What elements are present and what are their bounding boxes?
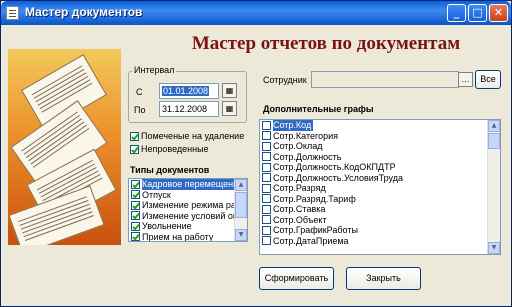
interval-group-label: Интервал [132, 65, 177, 75]
extra-column-item[interactable]: Сотр.Должность [260, 152, 500, 163]
close-button[interactable]: Закрыть [346, 267, 421, 290]
scroll-down-icon[interactable]: ▼ [235, 229, 247, 241]
window-title: Мастер документов [25, 5, 143, 19]
doc-types-scrollbar[interactable]: ▲ ▼ [234, 179, 247, 241]
scroll-up-icon[interactable]: ▲ [488, 120, 500, 132]
minimize-button[interactable]: _ [447, 4, 466, 22]
doc-type-item[interactable]: Увольнение [129, 221, 247, 232]
doc-types-label: Типы документов [130, 165, 210, 175]
scroll-up-icon[interactable]: ▲ [235, 179, 247, 191]
close-window-button[interactable]: ✕ [489, 4, 508, 22]
employee-all-button[interactable]: Все [475, 70, 501, 89]
extra-column-item[interactable]: Сотр.Код [260, 120, 500, 131]
calendar-to-icon[interactable]: ▦ [222, 101, 237, 116]
extra-columns-label: Дополнительные графы [263, 104, 374, 114]
doc-types-list[interactable]: Кадровое перемещени Отпуск Изменение реж… [128, 178, 248, 242]
extra-column-item[interactable]: Сотр.Оклад [260, 141, 500, 152]
maximize-button[interactable]: □ [468, 4, 487, 22]
calendar-from-icon[interactable]: ▦ [222, 83, 237, 98]
extra-column-item[interactable]: Сотр.Категория [260, 131, 500, 142]
extra-column-item[interactable]: Сотр.Объект [260, 215, 500, 226]
date-from-field[interactable]: 01.01.2008 [159, 83, 219, 99]
date-to-label: По [134, 105, 146, 115]
date-to-field[interactable]: 31.12.2008 [159, 101, 219, 117]
scroll-down-icon[interactable]: ▼ [488, 242, 500, 254]
unposted-checkbox[interactable]: Непроведенные [130, 144, 209, 154]
generate-button[interactable]: Сформировать [259, 267, 334, 290]
wizard-heading: Мастер отчетов по документам [191, 33, 461, 54]
extra-column-item[interactable]: Сотр.ДатаПриема [260, 236, 500, 247]
extra-column-item[interactable]: Сотр.Разряд [260, 183, 500, 194]
report-wizard-window: Мастер документов _ □ ✕ Мастер отчетов п… [0, 0, 512, 307]
title-bar[interactable]: Мастер документов _ □ ✕ [1, 1, 511, 25]
extra-column-item[interactable]: Сотр.Должность.КодОКПДТР [260, 162, 500, 173]
extra-columns-list[interactable]: Сотр.Код Сотр.Категория Сотр.Оклад Сотр.… [259, 119, 501, 255]
scroll-thumb[interactable] [488, 133, 500, 149]
app-icon [6, 6, 19, 20]
documents-illustration [8, 49, 121, 245]
employee-browse-button[interactable]: ... [458, 72, 473, 87]
doc-type-item[interactable]: Отпуск [129, 190, 247, 201]
extra-column-item[interactable]: Сотр.ГрафикРаботы [260, 225, 500, 236]
doc-type-item[interactable]: Изменение режима ра [129, 200, 247, 211]
doc-type-item[interactable]: Прием на работу [129, 232, 247, 241]
doc-type-item[interactable]: Кадровое перемещени [129, 179, 247, 190]
checkbox-box[interactable] [130, 144, 139, 154]
extra-columns-scrollbar[interactable]: ▲ ▼ [487, 120, 500, 254]
deleted-marked-checkbox[interactable]: Помеченые на удаление [130, 131, 244, 141]
extra-column-item[interactable]: Сотр.Ставка [260, 204, 500, 215]
checkbox-box[interactable] [130, 131, 139, 141]
doc-type-item[interactable]: Изменение условий оп [129, 211, 247, 222]
date-from-label: С [136, 87, 143, 97]
employee-label: Сотрудник [263, 75, 307, 85]
extra-column-item[interactable]: Сотр.Разряд.Тариф [260, 194, 500, 205]
employee-field[interactable] [311, 71, 459, 88]
scroll-thumb[interactable] [235, 192, 247, 218]
extra-column-item[interactable]: Сотр.Должность.УсловияТруда [260, 173, 500, 184]
